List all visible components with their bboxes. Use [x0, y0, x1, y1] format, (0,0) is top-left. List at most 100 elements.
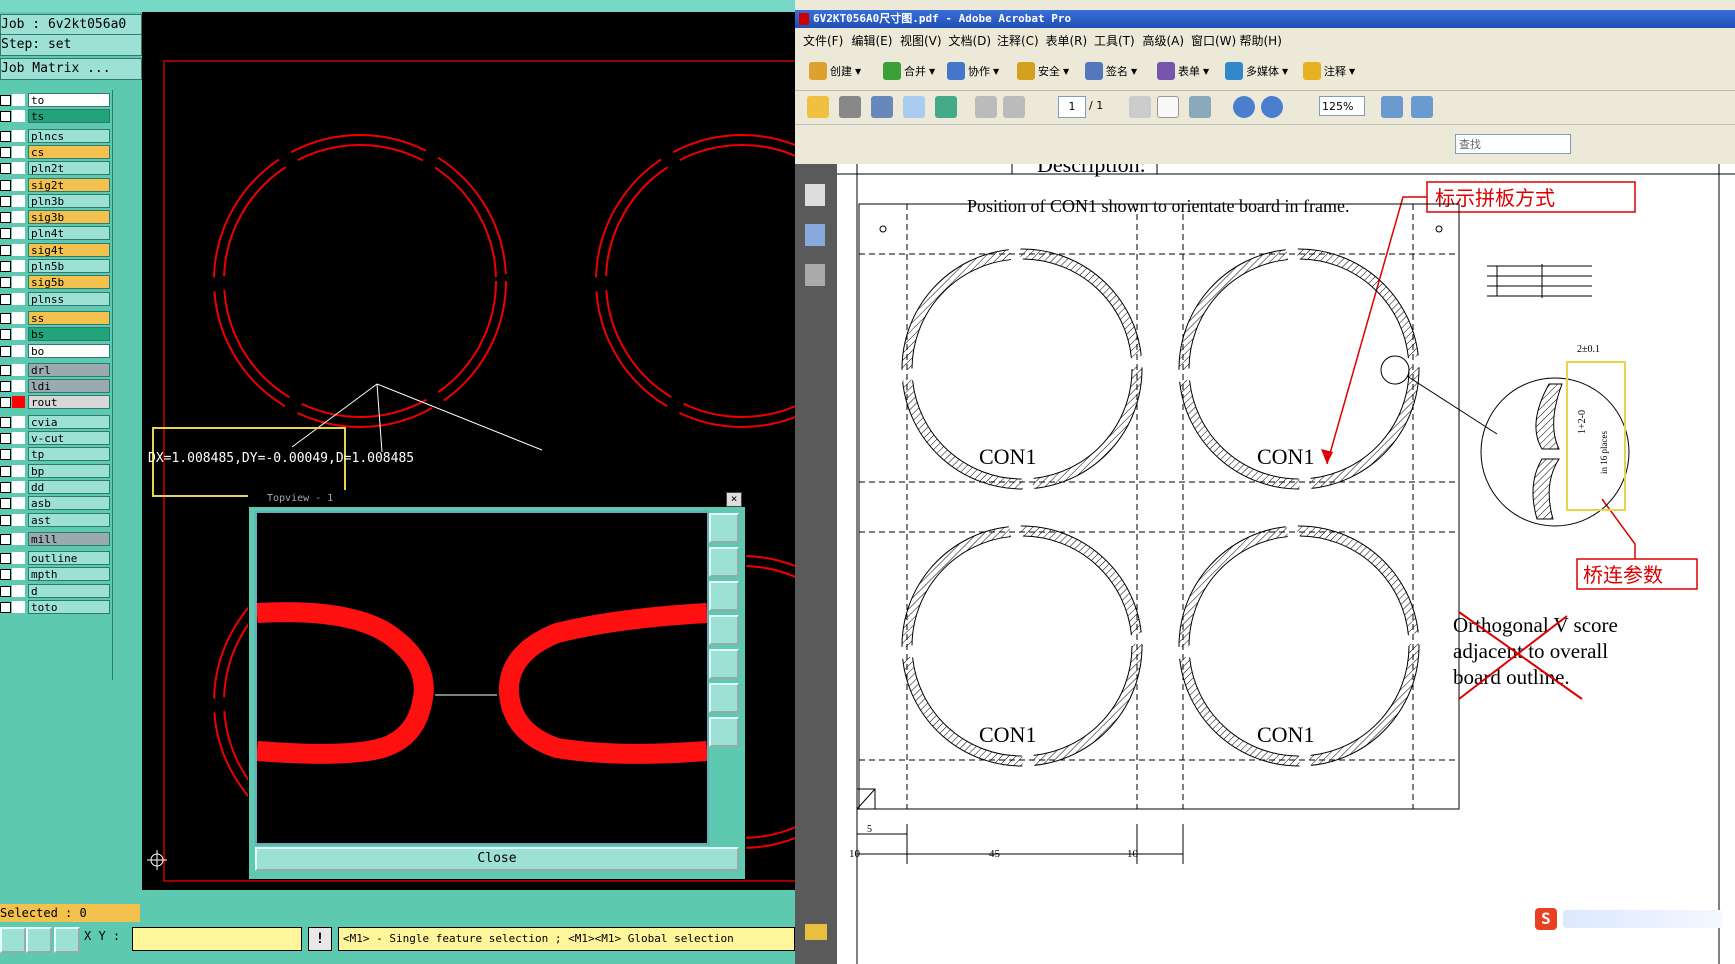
layer-color-swatch[interactable]	[12, 601, 25, 613]
menu-item-8[interactable]: 窗口(W)	[1191, 32, 1236, 49]
layer-checkbox[interactable]	[0, 345, 11, 357]
select-text-icon[interactable]	[1129, 96, 1151, 118]
prev-page-icon[interactable]	[975, 96, 997, 118]
layer-name[interactable]: pln3b	[28, 193, 110, 208]
layer-checkbox[interactable]	[0, 465, 11, 477]
menu-item-9[interactable]: 帮助(H)	[1240, 32, 1282, 49]
layer-checkbox[interactable]	[0, 244, 11, 256]
zoom-out-icon[interactable]	[709, 717, 739, 747]
layer-row-sig2t[interactable]: sig2t	[0, 177, 112, 193]
layer-row-sig3b[interactable]: sig3b	[0, 209, 112, 225]
layer-row-outline[interactable]: outline	[0, 550, 112, 566]
layer-color-swatch[interactable]	[12, 292, 25, 305]
layer-name[interactable]: pln5b	[28, 259, 110, 273]
layer-color-swatch[interactable]	[12, 110, 25, 123]
layer-checkbox[interactable]	[0, 553, 11, 565]
layer-row-rout[interactable]: rout	[0, 394, 112, 410]
layer-name[interactable]: plncs	[28, 128, 110, 143]
pdf-document[interactable]: Description: Position of CON1 shown to o…	[837, 164, 1735, 964]
layer-checkbox[interactable]	[0, 329, 11, 341]
layer-color-swatch[interactable]	[12, 194, 25, 207]
layer-color-swatch[interactable]	[12, 497, 25, 510]
layer-color-swatch[interactable]	[12, 568, 25, 581]
layer-color-swatch[interactable]	[12, 94, 25, 106]
topview-close-button[interactable]: Close	[255, 847, 739, 871]
layer-name[interactable]: cvia	[28, 414, 110, 429]
bookmarks-icon[interactable]	[805, 224, 825, 246]
layer-color-swatch[interactable]	[12, 464, 25, 477]
print-icon[interactable]	[839, 96, 861, 118]
pages-icon[interactable]	[805, 184, 825, 206]
layer-row-mill[interactable]: mill	[0, 531, 112, 547]
topview-close-icon[interactable]: ×	[726, 492, 742, 507]
layer-name[interactable]: to	[28, 93, 110, 107]
layer-checkbox[interactable]	[0, 602, 11, 613]
layer-name[interactable]: pln4t	[28, 226, 110, 241]
email-icon[interactable]	[903, 96, 925, 118]
pan-left-icon[interactable]	[709, 615, 739, 645]
layer-name[interactable]: d	[28, 583, 110, 598]
layer-name[interactable]: cs	[28, 144, 110, 159]
task-button-combine[interactable]: 合并 ▼	[883, 60, 935, 82]
layer-color-swatch[interactable]	[12, 260, 25, 272]
layer-checkbox[interactable]	[0, 130, 11, 142]
layer-color-swatch[interactable]	[12, 584, 25, 597]
layer-row-ldi[interactable]: ldi	[0, 378, 112, 394]
layer-name[interactable]: rout	[28, 395, 110, 410]
pan-down-icon[interactable]	[709, 581, 739, 611]
layer-checkbox[interactable]	[0, 433, 11, 444]
find-input[interactable]: 查找	[1455, 134, 1571, 154]
layer-row-ast[interactable]: ast	[0, 512, 112, 528]
layer-name[interactable]: v-cut	[28, 431, 110, 445]
layer-name[interactable]: ss	[28, 310, 110, 325]
layer-row-d[interactable]: d	[0, 583, 112, 599]
ime-buttons[interactable]	[1563, 910, 1723, 928]
select-tool-icon[interactable]	[0, 927, 26, 953]
layer-color-swatch[interactable]	[12, 129, 25, 142]
topview-titlebar[interactable]: Topview - 1	[249, 491, 745, 507]
layer-row-v-cut[interactable]: v-cut	[0, 430, 112, 446]
save-icon[interactable]	[871, 96, 893, 118]
layer-color-swatch[interactable]	[12, 211, 25, 224]
task-button-create[interactable]: 创建 ▼	[809, 60, 861, 82]
layer-checkbox[interactable]	[0, 397, 11, 409]
fit-width-icon[interactable]	[1381, 96, 1403, 118]
layer-checkbox[interactable]	[0, 312, 11, 324]
layer-checkbox[interactable]	[0, 449, 11, 461]
layer-checkbox[interactable]	[0, 95, 11, 106]
layer-row-cs[interactable]: cs	[0, 144, 112, 160]
pan-up-icon[interactable]	[709, 547, 739, 577]
layer-color-swatch[interactable]	[12, 532, 25, 545]
layer-name[interactable]: bs	[28, 327, 110, 342]
menu-item-1[interactable]: 编辑(E)	[852, 32, 893, 49]
acrobat-titlebar[interactable]: 6V2KT056A0尺寸图.pdf - Adobe Acrobat Pro	[795, 10, 1735, 28]
layer-checkbox[interactable]	[0, 381, 11, 393]
comments-icon[interactable]	[805, 924, 827, 940]
grid-tool-icon[interactable]	[54, 927, 80, 953]
zoom-field[interactable]: 125%	[1319, 96, 1365, 116]
zoom-tool-icon[interactable]	[1189, 96, 1211, 118]
layer-checkbox[interactable]	[0, 261, 11, 272]
layer-name[interactable]: ts	[28, 109, 110, 124]
layer-name[interactable]: sig4t	[28, 242, 110, 257]
ime-toolbar[interactable]: S	[1535, 906, 1725, 932]
layer-color-swatch[interactable]	[12, 162, 25, 175]
layer-name[interactable]: tp	[28, 447, 110, 462]
layer-checkbox[interactable]	[0, 416, 11, 428]
layer-name[interactable]: mpth	[28, 567, 110, 582]
layer-row-tp[interactable]: tp	[0, 446, 112, 462]
signatures-icon[interactable]	[805, 264, 825, 286]
layer-row-bp[interactable]: bp	[0, 463, 112, 479]
layer-name[interactable]: dd	[28, 479, 110, 494]
zoom-fit-icon[interactable]	[709, 683, 739, 713]
topview-canvas[interactable]	[255, 511, 709, 845]
layer-row-cvia[interactable]: cvia	[0, 414, 112, 430]
measure-tool-icon[interactable]	[26, 927, 52, 953]
menu-item-6[interactable]: 工具(T)	[1094, 32, 1135, 49]
layer-row-to[interactable]: to	[0, 92, 112, 108]
layer-row-plnss[interactable]: plnss	[0, 291, 112, 307]
layer-row-pln5b[interactable]: pln5b	[0, 258, 112, 274]
layer-checkbox[interactable]	[0, 111, 11, 123]
layer-row-plncs[interactable]: plncs	[0, 128, 112, 144]
layer-row-ss[interactable]: ss	[0, 310, 112, 326]
